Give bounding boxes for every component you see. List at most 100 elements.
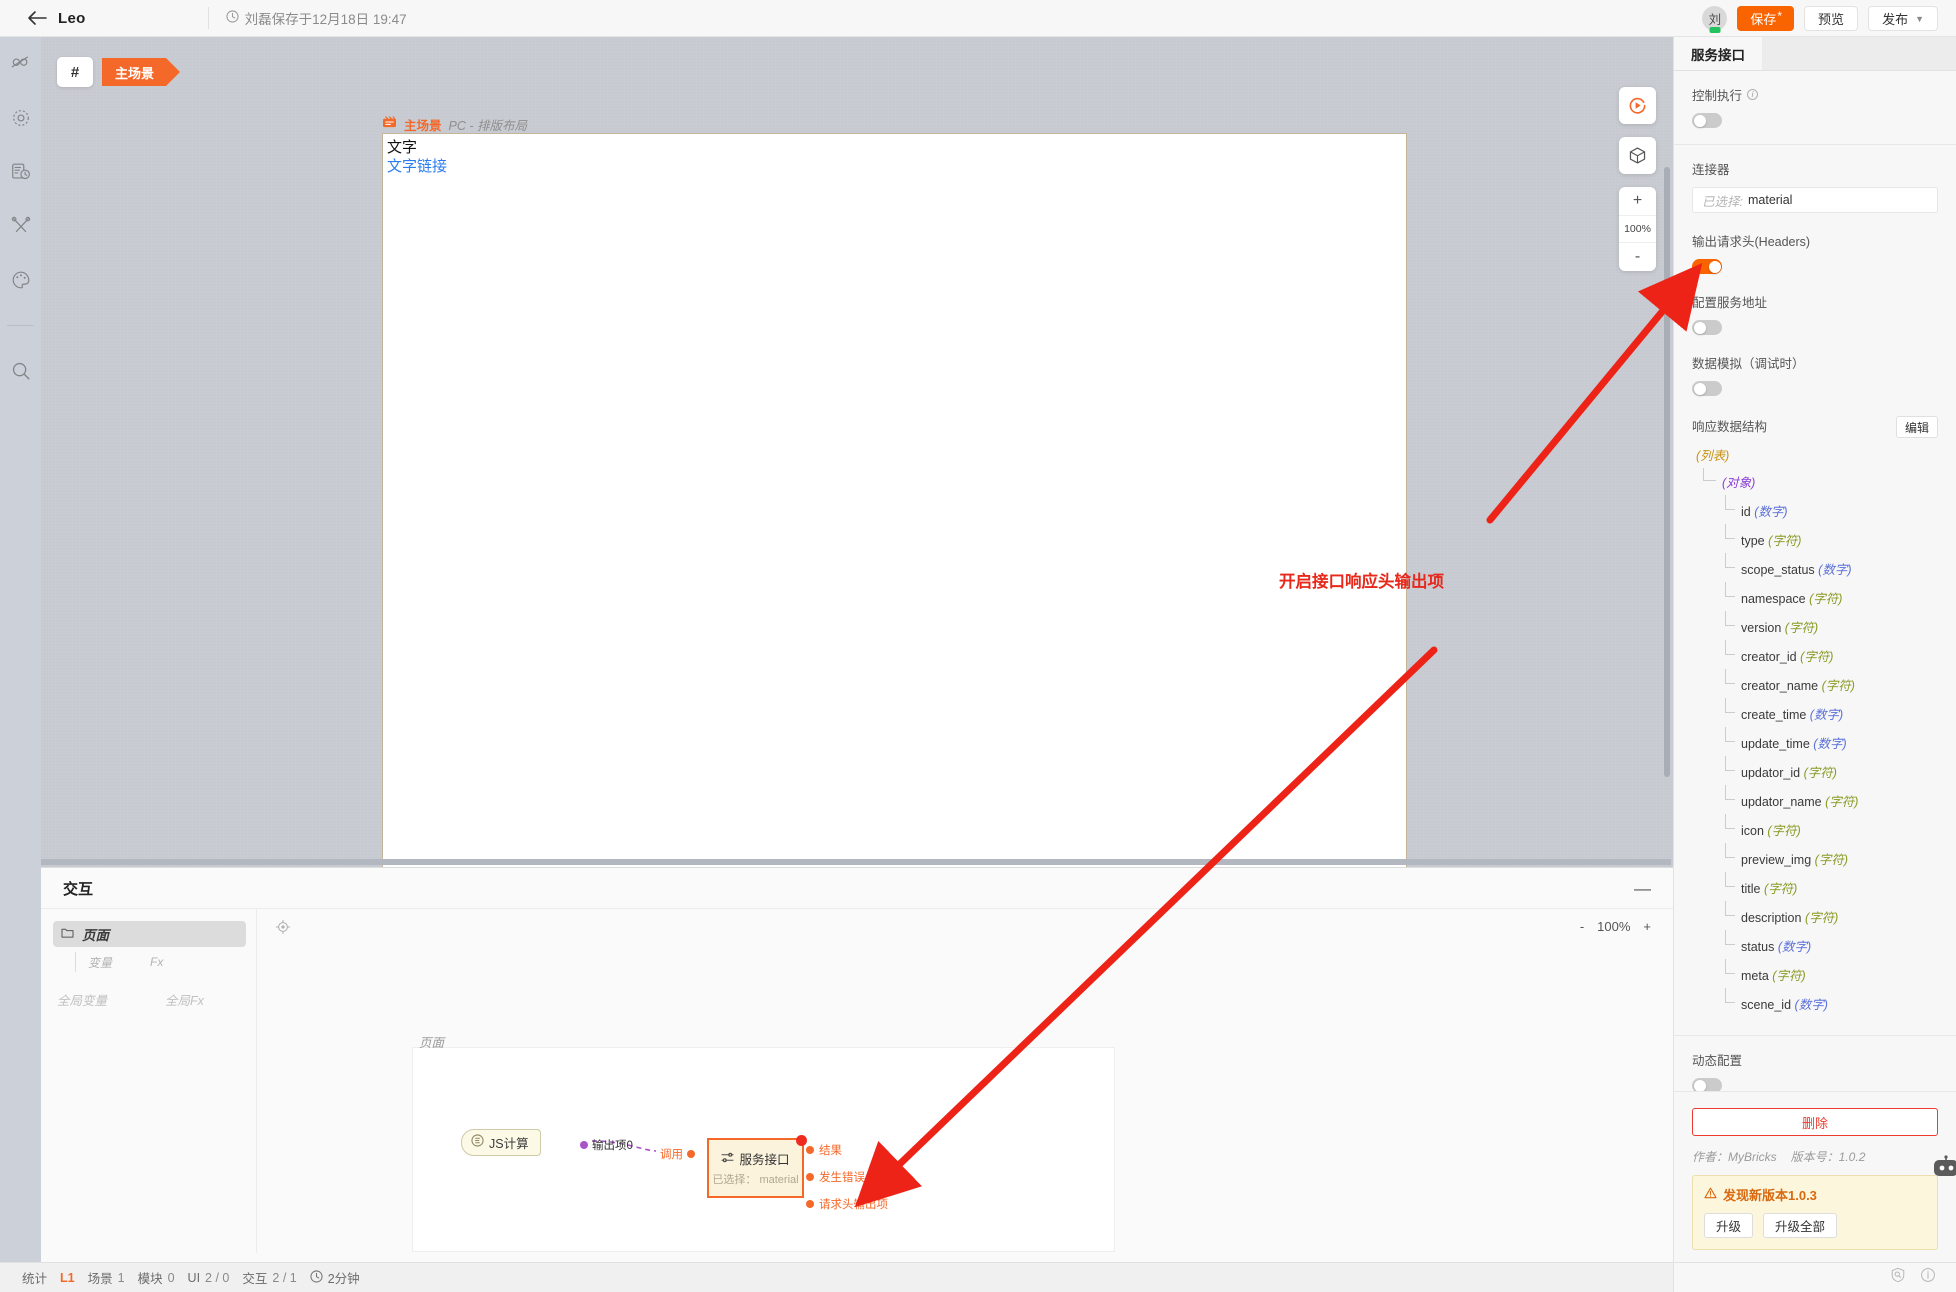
data-mock-toggle[interactable] — [1692, 381, 1722, 396]
response-structure-title: 响应数据结构 — [1692, 420, 1768, 434]
anchor-button[interactable]: # — [57, 57, 93, 87]
structure-field-create_time[interactable]: create_time (数字) — [1692, 698, 1938, 723]
canvas-zoom-value[interactable]: 100% — [1619, 215, 1656, 243]
tree-item-page[interactable]: 页面 — [53, 921, 246, 947]
flow-node-api[interactable]: 服务接口 已选择： material — [707, 1135, 807, 1198]
save-button[interactable]: 保存 * — [1737, 6, 1795, 31]
info-circle-icon[interactable] — [1920, 1267, 1936, 1288]
structure-field-updator_name[interactable]: updator_name (字符) — [1692, 785, 1938, 810]
search-icon[interactable] — [8, 358, 34, 384]
artboard-text[interactable]: 文字 — [387, 139, 1406, 158]
tab-service-api[interactable]: 服务接口 — [1674, 37, 1762, 70]
structure-field-icon[interactable]: icon (字符) — [1692, 814, 1938, 839]
version-label: 版本号：1.0.2 — [1790, 1150, 1866, 1164]
flow-port-headers[interactable]: 请求头输出项 — [806, 1196, 888, 1212]
flow-port-headers-label: 请求头输出项 — [819, 1199, 888, 1211]
tree-global-variables[interactable]: 全局变量 — [57, 990, 107, 1009]
canvas-zoom-out-button[interactable]: - — [1619, 243, 1656, 271]
canvas-vertical-scrollbar[interactable] — [1664, 167, 1670, 777]
edit-structure-button[interactable]: 编辑 — [1896, 416, 1938, 438]
scene-tab-main[interactable]: 主场景 — [102, 58, 181, 86]
back-button[interactable] — [20, 10, 54, 26]
upgrade-button[interactable]: 升级 — [1704, 1213, 1754, 1238]
structure-field-updator_id[interactable]: updator_id (字符) — [1692, 756, 1938, 781]
connector-select[interactable]: 已选择: material — [1692, 187, 1938, 213]
structure-field-scene_id[interactable]: scene_id (数字) — [1692, 988, 1938, 1013]
toggle-knob — [1693, 382, 1706, 395]
flow-port-error[interactable]: 发生错误 — [806, 1169, 888, 1185]
flow-api-outputs: 结果 发生错误 请求头输出项 — [806, 1142, 888, 1212]
port-dot-icon — [806, 1200, 814, 1208]
target-icon[interactable] — [275, 919, 291, 939]
interaction-title: 交互 — [63, 880, 94, 898]
section-control-exec: 控制执行 i — [1674, 71, 1956, 145]
palette-icon[interactable] — [8, 267, 34, 293]
tools-icon[interactable] — [8, 213, 34, 239]
structure-field-name: creator_name — [1741, 679, 1819, 693]
play-circle-icon[interactable] — [1619, 87, 1656, 124]
flow-zoom-in-button[interactable]: + — [1643, 919, 1651, 934]
connector-icon[interactable] — [8, 51, 34, 77]
control-exec-toggle[interactable] — [1692, 113, 1722, 128]
avatar[interactable]: 刘 — [1702, 6, 1728, 33]
structure-field-name: updator_id — [1741, 766, 1801, 780]
config-service-url-toggle[interactable] — [1692, 320, 1722, 335]
structure-field-namespace[interactable]: namespace (字符) — [1692, 582, 1938, 607]
status-item-module-value: 0 — [167, 1270, 175, 1285]
flow-node-js[interactable]: JS计算 — [461, 1129, 541, 1156]
rail-divider — [7, 325, 34, 326]
structure-field-update_time[interactable]: update_time (数字) — [1692, 727, 1938, 752]
preview-button[interactable]: 预览 — [1804, 6, 1859, 31]
flow-zoom-value[interactable]: 100% — [1597, 919, 1630, 934]
structure-field-status[interactable]: status (数字) — [1692, 930, 1938, 955]
structure-field-type: (字符) — [1800, 650, 1834, 664]
tree-globals: 全局变量 全局Fx — [57, 990, 246, 1009]
scene-icon — [382, 115, 397, 134]
structure-field-meta[interactable]: meta (字符) — [1692, 959, 1938, 984]
gear-icon[interactable] — [8, 105, 34, 131]
cube-icon[interactable] — [1619, 137, 1656, 174]
control-exec-label: 控制执行 — [1692, 89, 1743, 103]
flow-zoom-out-button[interactable]: - — [1580, 919, 1584, 934]
tree-subitem-variables[interactable]: 变量 — [88, 954, 112, 971]
status-item-scene-key: 场景 — [87, 1272, 113, 1286]
flow-port-call[interactable]: 调用 — [660, 1146, 695, 1162]
warning-icon — [1704, 1187, 1717, 1202]
structure-field-version[interactable]: version (字符) — [1692, 611, 1938, 636]
structure-field-preview_img[interactable]: preview_img (字符) — [1692, 843, 1938, 868]
upgrade-all-button[interactable]: 升级全部 — [1763, 1213, 1838, 1238]
history-icon[interactable] — [8, 159, 34, 185]
flow-port-js-output[interactable]: 输出项0 — [580, 1137, 633, 1153]
structure-field-title[interactable]: title (字符) — [1692, 872, 1938, 897]
right-panel-footer: 删除 作者：MyBricks 版本号：1.0.2 发现新版本1.0.3 升级 升… — [1674, 1091, 1956, 1262]
structure-field-name: preview_img — [1741, 853, 1812, 867]
structure-field-description[interactable]: description (字符) — [1692, 901, 1938, 926]
flow-port-result[interactable]: 结果 — [806, 1142, 888, 1158]
structure-field-name: scope_status — [1741, 563, 1815, 577]
status-duration-text: 2分钟 — [327, 1272, 360, 1286]
flow-node-api-subtitle: 已选择： material — [712, 1171, 798, 1187]
canvas-zoom-in-button[interactable]: + — [1619, 187, 1656, 215]
page-artboard[interactable]: 文字 文字链接 — [382, 133, 1407, 867]
publish-button[interactable]: 发布 ▼ — [1868, 6, 1938, 31]
shield-search-icon[interactable] — [1890, 1267, 1906, 1288]
structure-field-creator_name[interactable]: creator_name (字符) — [1692, 669, 1938, 694]
tree-global-fx[interactable]: 全局Fx — [165, 990, 204, 1009]
dynamic-config-toggle[interactable] — [1692, 1078, 1722, 1091]
delete-button[interactable]: 删除 — [1692, 1108, 1938, 1136]
assistant-robot-icon[interactable] — [1930, 1155, 1956, 1181]
structure-field-id[interactable]: id (数字) — [1692, 495, 1938, 520]
tree-subitem-fx[interactable]: Fx — [150, 955, 163, 969]
canvas-horizontal-scrollbar[interactable] — [41, 859, 1671, 865]
structure-field-type[interactable]: type (字符) — [1692, 524, 1938, 549]
structure-field-scope_status[interactable]: scope_status (数字) — [1692, 553, 1938, 578]
minimize-icon[interactable]: — — [1634, 880, 1651, 897]
info-icon[interactable]: i — [1747, 89, 1759, 100]
structure-field-list: id (数字) type (字符) scope_status (数字) namespa… — [1692, 495, 1938, 1013]
upgrade-title: 发现新版本1.0.3 — [1723, 1188, 1817, 1203]
design-canvas[interactable]: # 主场景 主场景 PC - 排版布局 文字 文字链接 + 100% - — [41, 37, 1673, 867]
artboard-link[interactable]: 文字链接 — [387, 158, 1406, 177]
output-headers-toggle[interactable] — [1692, 259, 1722, 274]
scene-chip-row: # 主场景 — [57, 57, 181, 87]
structure-field-creator_id[interactable]: creator_id (字符) — [1692, 640, 1938, 665]
